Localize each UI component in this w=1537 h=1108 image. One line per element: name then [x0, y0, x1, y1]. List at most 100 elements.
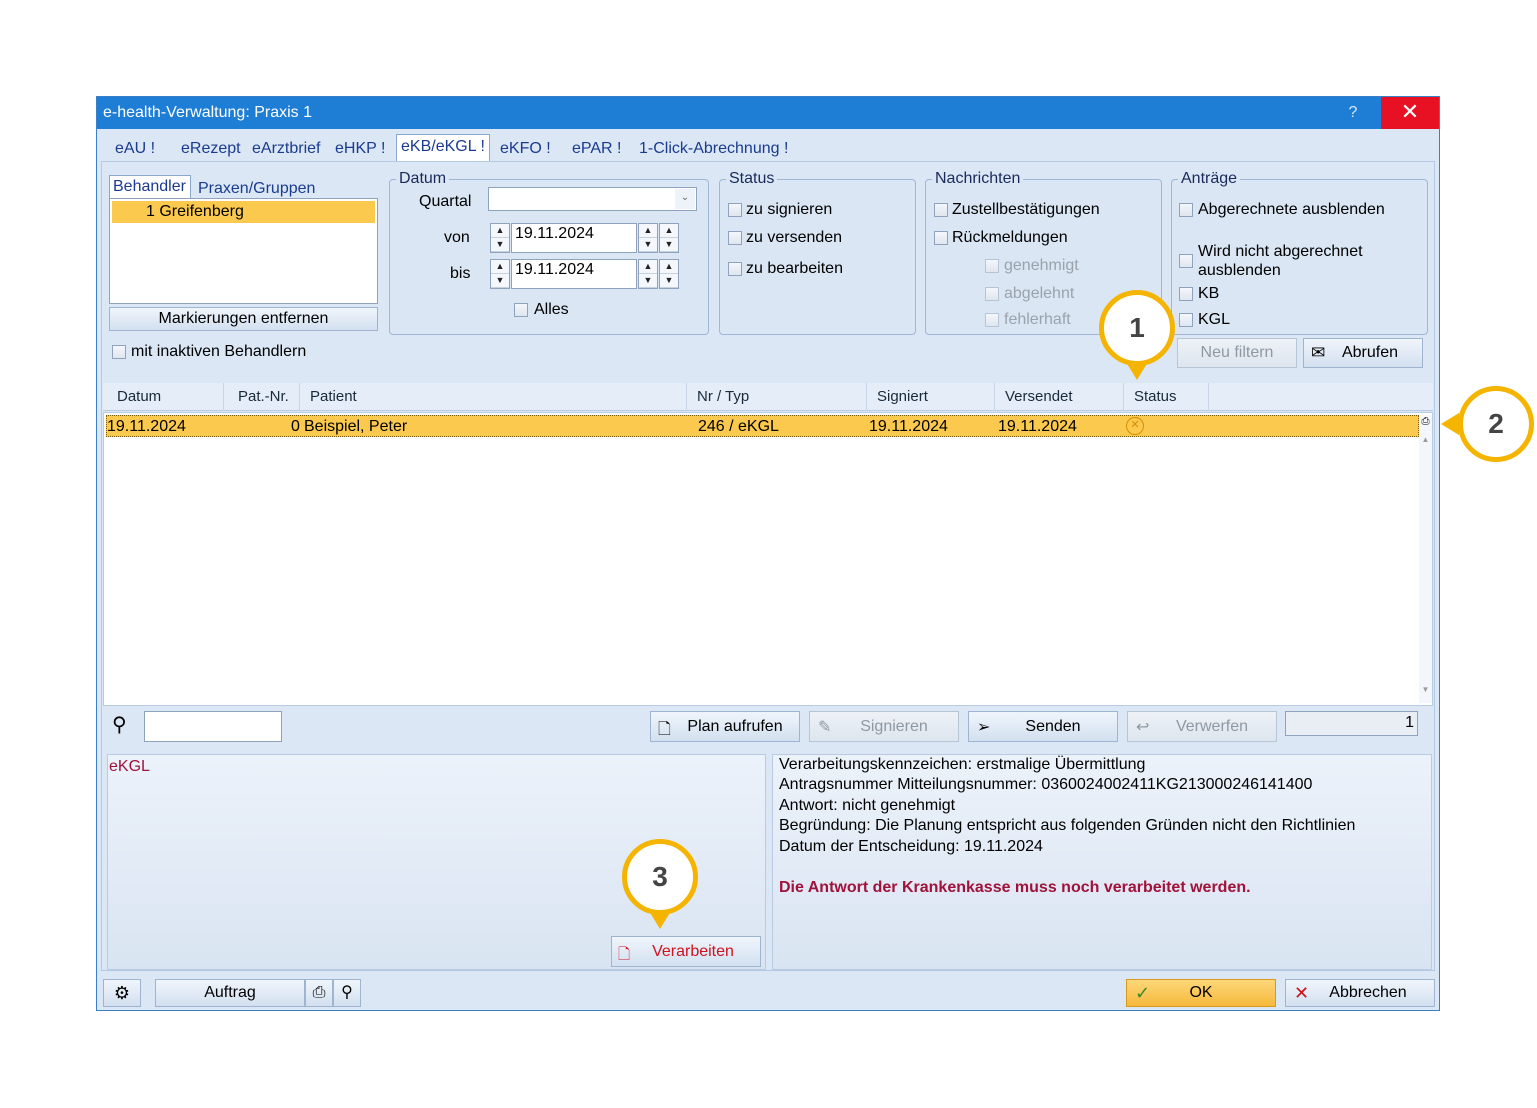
bis-spin-left[interactable]: ▲ ▼ — [490, 259, 510, 289]
senden-label: Senden — [1025, 718, 1081, 735]
record-counter: 1 — [1285, 711, 1418, 736]
genehmigt-label: genehmigt — [1004, 257, 1079, 274]
close-button[interactable]: ✕ — [1381, 97, 1439, 129]
scroll-up-icon[interactable]: ▲ — [1419, 435, 1432, 444]
column-header-versendet[interactable]: Versendet — [995, 383, 1124, 411]
tab-ekfo[interactable]: eKFO ! — [498, 137, 553, 163]
search-input[interactable] — [144, 711, 282, 742]
rueckmeldungen-checkbox[interactable] — [934, 231, 948, 245]
cell-signiert: 19.11.2024 — [869, 418, 948, 435]
kgl-checkbox[interactable] — [1179, 313, 1193, 327]
abrufen-button[interactable]: ✉ Abrufen — [1303, 338, 1423, 368]
von-spin-right-b[interactable]: ▲ ▼ — [659, 223, 679, 253]
detail-type-label: eKGL — [109, 758, 150, 775]
detail-line-1: Verarbeitungskennzeichen: erstmalige Übe… — [779, 756, 1146, 773]
edit-icon: ✎ — [818, 719, 832, 736]
neu-filtern-button[interactable]: Neu filtern — [1177, 338, 1297, 368]
genehmigt-checkbox[interactable] — [985, 259, 999, 273]
detail-warning: Die Antwort der Krankenkasse muss noch v… — [779, 879, 1251, 896]
abgelehnt-label: abgelehnt — [1004, 285, 1075, 302]
bis-label: bis — [450, 265, 471, 282]
column-header-signiert[interactable]: Signiert — [867, 383, 995, 411]
column-header-patient[interactable]: Patient — [300, 383, 687, 411]
document-icon: 🗋 — [658, 721, 671, 738]
tab-ekb-ekgl[interactable]: eKB/eKGL ! — [396, 134, 490, 163]
column-header-status[interactable]: Status — [1124, 383, 1209, 411]
fehlerhaft-checkbox[interactable] — [985, 313, 999, 327]
printer-icon[interactable]: ⎙ — [1419, 415, 1432, 429]
nicht-abgerechnet-checkbox[interactable] — [1179, 254, 1193, 268]
senden-button[interactable]: ➢ Senden — [968, 711, 1118, 742]
auftrag-button[interactable]: Auftrag — [155, 979, 305, 1007]
gear-icon[interactable]: ⚙ — [103, 979, 141, 1007]
abgelehnt-checkbox[interactable] — [985, 287, 999, 301]
detail-right-panel: Verarbeitungskennzeichen: erstmalige Übe… — [772, 754, 1432, 970]
abgerechnete-ausblenden-label: Abgerechnete ausblenden — [1198, 201, 1385, 218]
clear-markings-button[interactable]: Markierungen entfernen — [109, 307, 378, 331]
column-header-patnr[interactable]: Pat.-Nr. — [228, 383, 300, 411]
kb-checkbox[interactable] — [1179, 287, 1193, 301]
tab-behandler[interactable]: Behandler — [109, 175, 191, 199]
chevron-down-icon[interactable]: ⌄ — [675, 189, 695, 209]
scrollbar[interactable]: ⎙ ▲ ▼ — [1419, 415, 1432, 703]
table-row[interactable]: 19.11.2024 0 Beispiel, Peter 246 / eKGL … — [106, 415, 1419, 437]
quartal-select[interactable] — [488, 187, 697, 211]
quartal-label: Quartal — [419, 193, 472, 210]
zu-signieren-checkbox[interactable] — [728, 203, 742, 217]
reply-icon: ↩ — [1136, 719, 1150, 736]
nicht-abgerechnet-label: Wird nicht abgerechnet — [1198, 243, 1363, 260]
verarbeiten-button[interactable]: 🗋 Verarbeiten — [611, 936, 761, 967]
binoculars-icon[interactable]: ⚲ — [112, 714, 138, 738]
checkmark-icon: ✓ — [1135, 983, 1151, 1003]
callout-3: 3 — [622, 839, 698, 915]
column-header-datum[interactable]: Datum — [107, 383, 224, 411]
ok-button[interactable]: ✓ OK — [1126, 979, 1276, 1007]
bis-spin-right-b[interactable]: ▲ ▼ — [659, 259, 679, 289]
table-body: 19.11.2024 0 Beispiel, Peter 246 / eKGL … — [103, 412, 1433, 706]
tab-praxen-gruppen[interactable]: Praxen/Gruppen — [198, 178, 315, 200]
zu-bearbeiten-checkbox[interactable] — [728, 262, 742, 276]
inactive-behandler-checkbox[interactable] — [112, 345, 126, 359]
column-header-nrtyp[interactable]: Nr / Typ — [687, 383, 867, 411]
cell-patnr: 0 — [291, 418, 300, 435]
zu-bearbeiten-label: zu bearbeiten — [746, 260, 843, 277]
magnifier-icon[interactable]: ⚲ — [333, 979, 361, 1007]
alles-label: Alles — [534, 301, 569, 318]
send-icon: ➢ — [977, 719, 991, 736]
zu-versenden-checkbox[interactable] — [728, 231, 742, 245]
help-button[interactable]: ? — [1335, 97, 1371, 129]
abgerechnete-ausblenden-checkbox[interactable] — [1179, 203, 1193, 217]
pdf-document-icon: 🗋 — [618, 946, 631, 963]
tab-epar[interactable]: ePAR ! — [570, 137, 624, 163]
detail-line-3: Antwort: nicht genehmigt — [779, 797, 956, 814]
tab-earztbrief[interactable]: eArztbrief — [250, 137, 322, 163]
verwerfen-button[interactable]: ↩ Verwerfen — [1127, 711, 1277, 742]
tab-1-click-abrechnung[interactable]: 1-Click-Abrechnung ! — [637, 137, 790, 163]
datum-legend: Datum — [399, 170, 447, 187]
bis-spin-right-a[interactable]: ▲ ▼ — [638, 259, 658, 289]
zustellbestaetigungen-label: Zustellbestätigungen — [952, 201, 1100, 218]
nachrichten-legend: Nachrichten — [935, 170, 1021, 187]
title-bar: e-health-Verwaltung: Praxis 1 ? ✕ — [97, 97, 1439, 129]
status-legend: Status — [729, 170, 775, 187]
von-date-input[interactable]: 19.11.2024 — [511, 223, 637, 253]
tab-eau[interactable]: eAU ! — [113, 137, 157, 163]
zu-signieren-label: zu signieren — [746, 201, 833, 218]
table-header: Datum Pat.-Nr. Patient Nr / Typ Signiert… — [103, 383, 1433, 411]
bis-date-input[interactable]: 19.11.2024 — [511, 259, 637, 289]
tab-erezept[interactable]: eRezept — [179, 137, 243, 163]
signieren-button[interactable]: ✎ Signieren — [809, 711, 959, 742]
list-item[interactable]: 1 Greifenberg — [112, 201, 375, 223]
printer-icon[interactable]: ⎙ — [305, 979, 333, 1007]
plan-aufrufen-button[interactable]: 🗋 Plan aufrufen — [650, 711, 800, 742]
abbrechen-button[interactable]: ✕ Abbrechen — [1285, 979, 1435, 1007]
alles-checkbox[interactable] — [514, 303, 528, 317]
detail-line-4: Begründung: Die Planung entspricht aus f… — [779, 817, 1356, 834]
scroll-down-icon[interactable]: ▼ — [1419, 685, 1432, 694]
cell-versendet: 19.11.2024 — [998, 418, 1077, 435]
von-spin-right-a[interactable]: ▲ ▼ — [638, 223, 658, 253]
von-spin-left[interactable]: ▲ ▼ — [490, 223, 510, 253]
zustellbestaetigungen-checkbox[interactable] — [934, 203, 948, 217]
tab-content: Behandler Praxen/Gruppen 1 Greifenberg M… — [101, 161, 1435, 971]
tab-ehkp[interactable]: eHKP ! — [333, 137, 387, 163]
